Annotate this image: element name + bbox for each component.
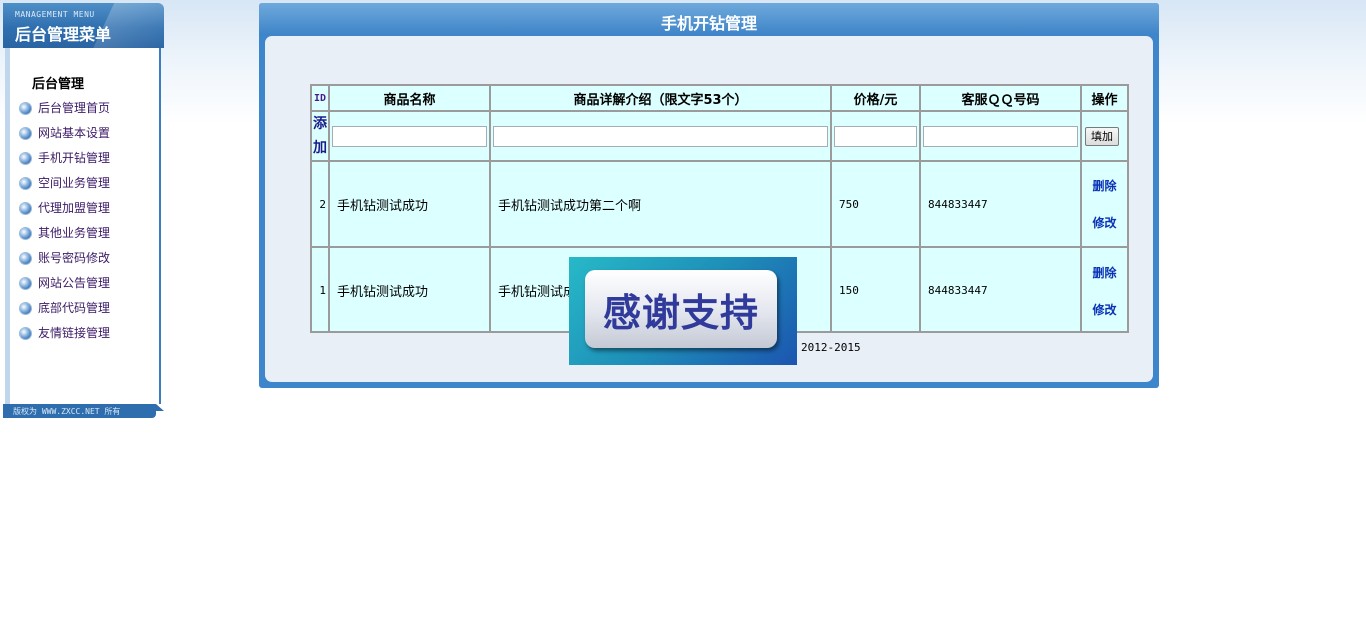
add-row-label: 添 加 [312,112,330,162]
footer-year: 2012-2015 [801,341,861,354]
menu-item-friend-links[interactable]: 友情链接管理 [20,321,110,346]
add-qq-input[interactable] [923,125,1078,147]
row-qq: 844833447 [921,162,1082,248]
left-menu-panel: MANAGEMENT MENU 后台管理菜单 后台管理 后台管理首页 网站基本设… [3,3,164,418]
menu-item-other-business[interactable]: 其他业务管理 [20,221,110,246]
header-action: 操作 [1082,86,1127,112]
header-qq: 客服ＱＱ号码 [921,86,1082,112]
menu-item-label: 后台管理首页 [38,101,111,115]
main-header: 手机开钻管理 [259,3,1159,35]
row-actions: 删除 修改 [1082,248,1127,333]
menu-item-label: 网站公告管理 [38,276,111,290]
page-title: 手机开钻管理 [660,14,757,33]
menu-header: MANAGEMENT MENU 后台管理菜单 [3,3,164,48]
add-name-input[interactable] [332,125,487,147]
add-description-input[interactable] [493,125,828,147]
header-name: 商品名称 [330,86,491,112]
menu-footer: 版权为 WWW.ZXCC.NET 所有 [3,404,164,418]
row-name: 手机钻测试成功 [330,248,491,333]
edit-link[interactable]: 修改 [1092,214,1116,231]
menu-item-site-settings[interactable]: 网站基本设置 [20,121,110,146]
banner-text: 感谢支持 [602,291,759,335]
menu-item-label: 空间业务管理 [38,176,111,190]
globe-bullet-icon [20,203,31,214]
menu-item-space-business[interactable]: 空间业务管理 [20,171,110,196]
add-label-char-2: 加 [313,140,327,156]
row-description: 手机钻测试成功第二个啊 [491,162,832,248]
menu-item-agent[interactable]: 代理加盟管理 [20,196,110,221]
add-price-cell [832,112,921,162]
delete-link[interactable]: 删除 [1092,264,1116,281]
globe-bullet-icon [20,178,31,189]
menu-item-label: 代理加盟管理 [38,201,111,215]
add-price-input[interactable] [834,125,917,147]
header-id: ID [312,86,330,112]
menu-item-password[interactable]: 账号密码修改 [20,246,110,271]
menu-item-mobile-diamond[interactable]: 手机开钻管理 [20,146,110,171]
add-button[interactable]: 填加 [1085,126,1119,146]
globe-bullet-icon [20,128,31,139]
menu-item-label: 其他业务管理 [38,226,111,240]
banner-plate: 感谢支持 [585,270,777,348]
menu-item-footer-code[interactable]: 底部代码管理 [20,296,110,321]
menu-section-title: 后台管理 [32,77,85,92]
globe-bullet-icon [20,228,31,239]
header-price: 价格/元 [832,86,921,112]
row-price: 750 [832,162,921,248]
globe-bullet-icon [20,303,31,314]
menu-item-announcement[interactable]: 网站公告管理 [20,271,110,296]
menu-subtitle: MANAGEMENT MENU [15,10,95,19]
menu-item-label: 友情链接管理 [38,326,111,340]
add-qq-cell [921,112,1082,162]
row-id: 2 [312,162,330,248]
row-actions: 删除 修改 [1082,162,1127,248]
globe-bullet-icon [20,153,31,164]
menu-item-label: 手机开钻管理 [38,151,111,165]
globe-bullet-icon [20,253,31,264]
menu-item-label: 账号密码修改 [38,251,111,265]
row-name: 手机钻测试成功 [330,162,491,248]
menu-item-label: 底部代码管理 [38,301,111,315]
globe-bullet-icon [20,328,31,339]
globe-bullet-icon [20,278,31,289]
globe-bullet-icon [20,103,31,114]
row-id: 1 [312,248,330,333]
add-label-char-1: 添 [313,116,327,132]
edit-link[interactable]: 修改 [1092,301,1116,318]
add-action-cell: 填加 [1082,112,1127,162]
add-desc-cell [491,112,832,162]
menu-list: 后台管理首页 网站基本设置 手机开钻管理 空间业务管理 代理加盟管理 其他业务管… [20,96,110,346]
row-price: 150 [832,248,921,333]
menu-copyright: 版权为 WWW.ZXCC.NET 所有 [13,407,121,416]
menu-title: 后台管理菜单 [15,25,112,44]
add-name-cell [330,112,491,162]
menu-item-label: 网站基本设置 [38,126,111,140]
thanks-banner[interactable]: 感谢支持 [569,257,797,365]
delete-link[interactable]: 删除 [1092,177,1116,194]
menu-item-home[interactable]: 后台管理首页 [20,96,110,121]
row-qq: 844833447 [921,248,1082,333]
header-description: 商品详解介绍（限文字53个） [491,86,832,112]
